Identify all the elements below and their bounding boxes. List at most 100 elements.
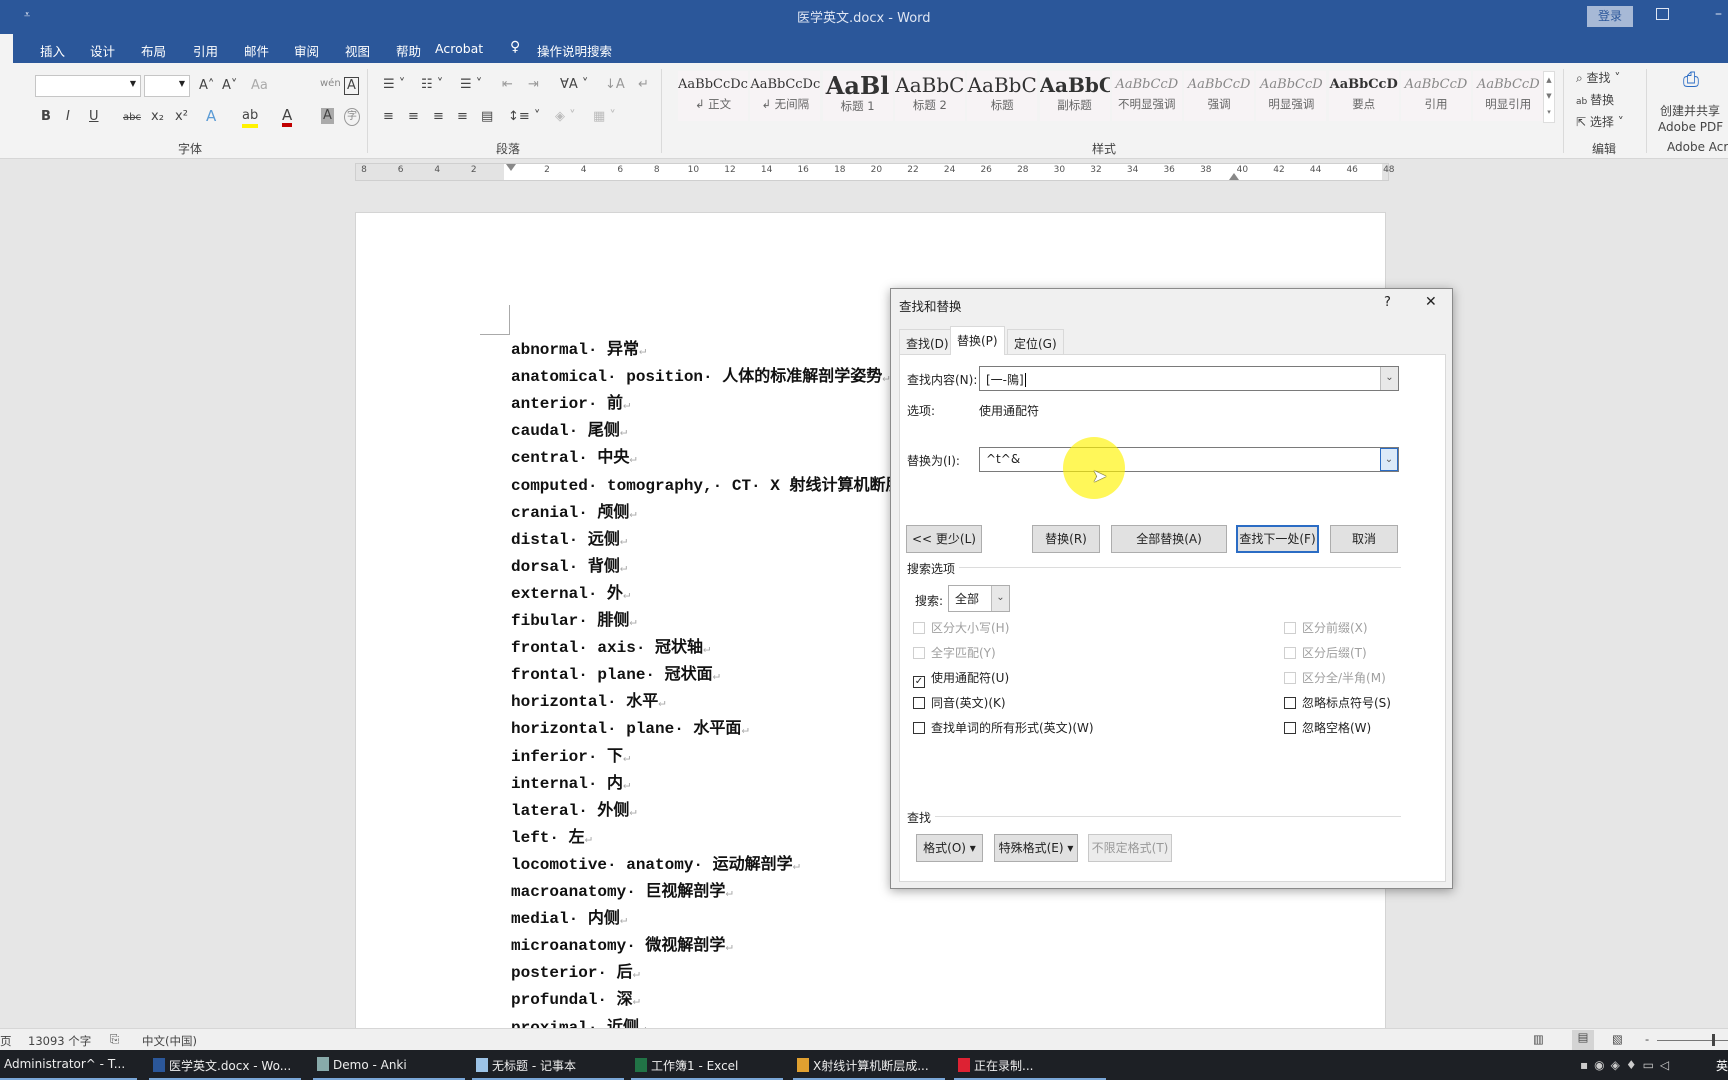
chevron-down-icon[interactable]: ⌄	[1380, 367, 1398, 390]
option-checkbox[interactable]: 区分大小写(H)	[913, 621, 1009, 635]
style-item[interactable]: AaBl 标题 1	[822, 71, 893, 121]
checkbox-checked-icon[interactable]: ✓	[913, 676, 925, 688]
tab-help[interactable]: 帮助	[396, 41, 421, 60]
zoom-slider-thumb[interactable]	[1712, 1034, 1715, 1046]
checkbox-unchecked-icon[interactable]	[1284, 622, 1296, 634]
align-center-icon[interactable]: ≡	[408, 109, 419, 125]
style-item[interactable]: AaBbCcDc ↲ 正文	[678, 71, 748, 121]
character-border-icon[interactable]: A	[344, 77, 359, 95]
option-checkbox[interactable]: 区分前缀(X)	[1284, 621, 1368, 635]
tab-references[interactable]: 引用	[193, 41, 218, 60]
style-item[interactable]: AaBbCcD 不明显强调	[1111, 71, 1182, 121]
read-mode-icon[interactable]: ▥	[1533, 1032, 1544, 1046]
subscript-button[interactable]: x₂	[151, 109, 164, 125]
borders-icon[interactable]: ▦ ˅	[593, 109, 616, 125]
chevron-down-icon[interactable]: ⌄	[991, 586, 1009, 611]
style-item[interactable]: AaBbC 标题 2	[894, 71, 965, 121]
tab-replace[interactable]: 替换(P)	[950, 326, 1005, 355]
checkbox-unchecked-icon[interactable]	[1284, 647, 1296, 659]
minimize-button[interactable]: –	[1715, 6, 1722, 22]
document-line[interactable]: internal· 内	[511, 774, 630, 795]
style-item[interactable]: AaBbC 标题	[967, 71, 1038, 121]
replace-with-input[interactable]: ^t^& ⌄	[979, 447, 1399, 472]
option-checkbox[interactable]: 全字匹配(Y)	[913, 646, 996, 660]
tab-mailings[interactable]: 邮件	[244, 41, 269, 60]
document-line[interactable]: computed· tomography,· CT· X 射线计算机断层	[511, 476, 909, 497]
tab-layout[interactable]: 布局	[141, 41, 166, 60]
document-line[interactable]: anatomical· position· 人体的标准解剖学姿势	[511, 367, 889, 388]
taskbar-item[interactable]: 工作簿1 - Excel	[631, 1050, 783, 1080]
less-button[interactable]: << 更少(L)	[906, 525, 982, 553]
right-indent-marker[interactable]	[1229, 173, 1239, 180]
taskbar-item[interactable]: 医学英文.docx - Wo...	[149, 1050, 301, 1080]
taskbar-item[interactable]: 无标题 - 记事本	[472, 1050, 624, 1080]
zoom-out-button[interactable]: -	[1645, 1032, 1649, 1046]
document-line[interactable]: horizontal· 水平	[511, 692, 665, 713]
bullets-icon[interactable]: ☰ ˅	[383, 77, 405, 93]
taskbar-item[interactable]: Demo - Anki	[313, 1050, 465, 1080]
italic-button[interactable]: I	[66, 109, 70, 125]
help-button[interactable]: ?	[1384, 295, 1391, 310]
style-item[interactable]: AaBbCcD 引用	[1401, 71, 1471, 121]
print-layout-icon[interactable]: ▤	[1572, 1030, 1594, 1050]
tab-find[interactable]: 查找(D)	[899, 329, 956, 354]
document-line[interactable]: profundal· 深	[511, 990, 640, 1011]
taskbar-item[interactable]: 正在录制...	[954, 1050, 1106, 1080]
document-line[interactable]: horizontal· plane· 水平面	[511, 719, 749, 740]
login-button[interactable]: 登录	[1587, 6, 1633, 27]
option-checkbox[interactable]: 忽略空格(W)	[1284, 721, 1371, 735]
checkbox-unchecked-icon[interactable]	[913, 722, 925, 734]
document-line[interactable]: dorsal· 背侧	[511, 557, 627, 578]
style-item[interactable]: AaBbCcD 明显强调	[1256, 71, 1327, 121]
style-item[interactable]: AaBbC 副标题	[1039, 71, 1110, 121]
document-line[interactable]: lateral· 外侧	[511, 801, 637, 822]
character-shading-icon[interactable]: A	[321, 108, 334, 124]
phonetic-guide-icon[interactable]: wén	[320, 76, 341, 92]
find-next-button[interactable]: 查找下一处(F)	[1236, 525, 1319, 553]
checkbox-unchecked-icon[interactable]	[1284, 697, 1296, 709]
distributed-icon[interactable]: ▤	[481, 109, 493, 125]
font-size-combo[interactable]: ▼	[144, 75, 190, 97]
document-line[interactable]: cranial· 颅侧	[511, 503, 637, 524]
font-color-icon[interactable]: A	[282, 107, 293, 127]
document-line[interactable]: left· 左	[511, 828, 592, 849]
chevron-down-icon[interactable]: ⌄	[1380, 448, 1398, 471]
proofing-icon[interactable]: ⎘	[110, 1032, 119, 1047]
justify-icon[interactable]: ≡	[457, 109, 468, 125]
bold-button[interactable]: B	[41, 109, 51, 125]
cancel-button[interactable]: 取消	[1330, 525, 1398, 553]
web-layout-icon[interactable]: ▧	[1612, 1032, 1623, 1046]
document-line[interactable]: medial· 内侧	[511, 909, 627, 930]
styles-scroll[interactable]: ▲ ▼ ▾	[1543, 71, 1555, 123]
zoom-slider[interactable]	[1657, 1040, 1728, 1041]
show-marks-icon[interactable]: ↵	[638, 77, 649, 93]
option-checkbox[interactable]: 同音(英文)(K)	[913, 696, 1006, 710]
tab-design[interactable]: 设计	[90, 41, 115, 60]
numbering-icon[interactable]: ☷ ˅	[421, 77, 443, 93]
document-line[interactable]: abnormal· 异常	[511, 340, 646, 361]
change-case-icon[interactable]: Aa	[251, 78, 268, 94]
replace-button[interactable]: 替换(R)	[1032, 525, 1100, 553]
text-direction-icon[interactable]: ⱯA ˅	[560, 77, 588, 93]
document-line[interactable]: caudal· 尾侧	[511, 421, 627, 442]
find-what-input[interactable]: [一-隝] ⌄	[979, 366, 1399, 391]
document-line[interactable]: anterior· 前	[511, 394, 630, 415]
system-tray-icons[interactable]: ▪◉◈♦▭◁	[1580, 1058, 1675, 1072]
input-method-indicator[interactable]: 英	[1716, 1057, 1728, 1074]
shrink-font-icon[interactable]: A˅	[222, 78, 237, 94]
document-line[interactable]: external· 外	[511, 584, 630, 605]
option-checkbox[interactable]: 区分后缀(T)	[1284, 646, 1367, 660]
replace-all-button[interactable]: 全部替换(A)	[1111, 525, 1227, 553]
select-button[interactable]: ⇱ 选择 ˅	[1576, 114, 1624, 130]
sort-icon[interactable]: ↓A	[605, 77, 625, 93]
tab-insert[interactable]: 插入	[40, 41, 65, 60]
special-button[interactable]: 特殊格式(E) ▾	[994, 834, 1078, 862]
checkbox-unchecked-icon[interactable]	[1284, 672, 1296, 684]
tab-acrobat[interactable]: Acrobat	[435, 41, 483, 56]
document-line[interactable]: frontal· axis· 冠状轴	[511, 638, 710, 659]
tab-goto[interactable]: 定位(G)	[1007, 329, 1064, 354]
document-line[interactable]: distal· 远侧	[511, 530, 627, 551]
enclose-characters-icon[interactable]: 字	[344, 108, 360, 126]
text-effects-icon[interactable]: A	[206, 108, 216, 124]
find-button[interactable]: ⌕ 查找 ˅	[1576, 70, 1620, 86]
